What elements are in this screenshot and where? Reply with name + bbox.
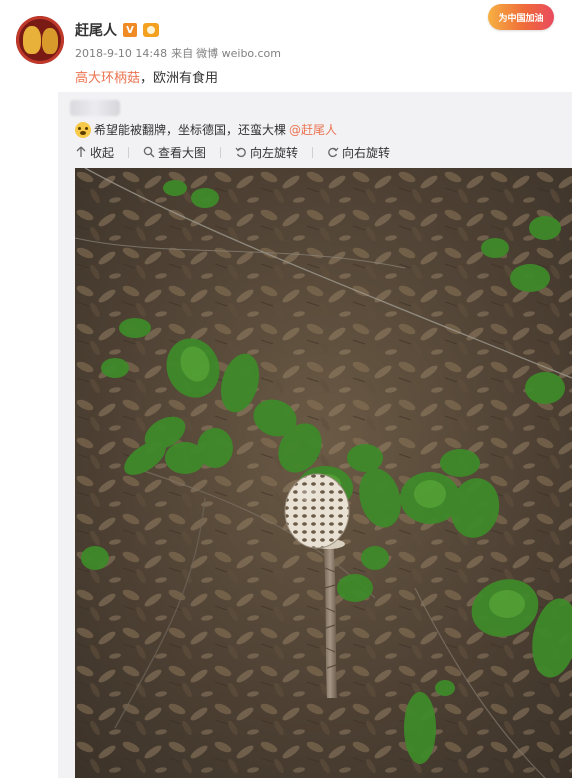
- toolbar-divider: [128, 146, 130, 158]
- collapse-icon: [76, 146, 86, 157]
- hopeful-face-icon: [75, 121, 91, 138]
- collapse-button[interactable]: 收起: [75, 144, 114, 161]
- timestamp[interactable]: 2018-9-10 14:48: [75, 47, 167, 60]
- rotate-right-button[interactable]: 向右旋转: [327, 144, 390, 161]
- user-avatar[interactable]: [16, 16, 64, 64]
- view-large-button[interactable]: 查看大图: [143, 144, 206, 161]
- rotate-left-label: 向左旋转: [250, 145, 299, 160]
- mushroom-photo[interactable]: [75, 168, 572, 778]
- rotate-left-icon: [235, 147, 246, 158]
- image-toolbar: 收起 查看大图 向左旋转 向右旋转: [75, 143, 404, 161]
- mention-link[interactable]: @赶尾人: [289, 121, 337, 138]
- collapse-label: 收起: [90, 145, 115, 160]
- rotate-left-button[interactable]: 向左旋转: [235, 144, 298, 161]
- toolbar-divider: [220, 146, 222, 158]
- forest-floor-image: [75, 168, 572, 778]
- post-source[interactable]: 微博 weibo.com: [196, 47, 281, 60]
- rotate-right-icon: [328, 147, 339, 158]
- search-icon: [143, 146, 155, 158]
- verified-badge-icon[interactable]: V: [123, 23, 137, 37]
- view-large-label: 查看大图: [158, 145, 207, 160]
- blurred-retweet-username: [70, 100, 120, 116]
- rotate-right-label: 向右旋转: [342, 145, 391, 160]
- from-label: 来自: [171, 47, 194, 60]
- retweet-text-body: 希望能被翻牌，坐标德国，还蛮大棵: [94, 123, 287, 137]
- toolbar-divider: [312, 146, 314, 158]
- weibo-post: 赶尾人 V 为中国加油 2018-9-10 14:48 来自 微博 weibo.co…: [0, 0, 572, 778]
- hashtag-link[interactable]: 高大环柄菇: [75, 71, 140, 86]
- retweet-text: 希望能被翻牌，坐标德国，还蛮大棵 @赶尾人: [75, 121, 337, 138]
- post-meta: 2018-9-10 14:48 来自 微博 weibo.com: [75, 45, 281, 61]
- user-line: 赶尾人 V: [75, 20, 159, 40]
- post-text: 高大环柄菇，欧洲有食用: [75, 67, 218, 86]
- post-text-rest: ，欧洲有食用: [140, 71, 219, 86]
- member-badge-icon[interactable]: [143, 23, 159, 37]
- username[interactable]: 赶尾人: [75, 20, 117, 40]
- event-badge[interactable]: 为中国加油: [488, 4, 554, 30]
